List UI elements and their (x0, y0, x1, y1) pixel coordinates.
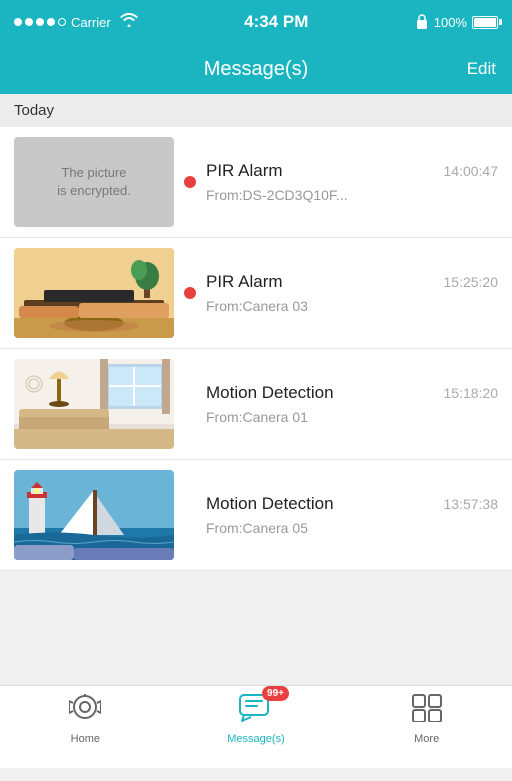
encrypted-text: The pictureis encrypted. (14, 137, 174, 227)
wifi-icon (120, 13, 138, 32)
tab-home[interactable]: Home (0, 694, 171, 745)
status-time: 4:34 PM (244, 12, 308, 32)
message-thumb-3 (14, 359, 174, 449)
messages-icon: 99+ (239, 694, 273, 729)
message-time: 13:57:38 (444, 496, 499, 512)
tab-messages-label: Message(s) (227, 733, 284, 745)
status-left: Carrier (14, 13, 138, 32)
signal-dot-4 (47, 18, 55, 26)
tab-messages[interactable]: 99+ Message(s) (171, 694, 342, 745)
message-source: From:Canera 01 (206, 409, 498, 425)
message-item[interactable]: The pictureis encrypted. PIR Alarm 14:00… (0, 127, 512, 238)
message-source: From:Canera 03 (206, 298, 498, 314)
message-thumb-4 (14, 470, 174, 560)
message-item[interactable]: PIR Alarm 15:25:20 From:Canera 03 (0, 238, 512, 349)
battery-percent: 100% (434, 15, 467, 30)
message-content-3: Motion Detection 15:18:20 From:Canera 01 (206, 383, 498, 425)
message-thumb-1: The pictureis encrypted. (14, 137, 174, 227)
message-source: From:Canera 05 (206, 520, 498, 536)
message-thumb-2 (14, 248, 174, 338)
tab-more[interactable]: More (341, 694, 512, 745)
section-header-label: Today (14, 102, 54, 119)
read-spacer (184, 398, 196, 410)
messages-list: The pictureis encrypted. PIR Alarm 14:00… (0, 127, 512, 571)
lock-icon (415, 13, 429, 32)
read-spacer (184, 509, 196, 521)
battery-icon (472, 16, 498, 29)
nav-bar: Message(s) Edit (0, 44, 512, 94)
message-source: From:DS-2CD3Q10F... (206, 187, 498, 203)
message-type: PIR Alarm (206, 272, 283, 292)
messages-badge: 99+ (262, 686, 289, 701)
unread-indicator (184, 176, 196, 188)
home-camera-icon (69, 694, 101, 729)
signal-dot-3 (36, 18, 44, 26)
message-item[interactable]: Motion Detection 13:57:38 From:Canera 05 (0, 460, 512, 571)
message-top: Motion Detection 15:18:20 (206, 383, 498, 403)
message-time: 15:18:20 (444, 385, 499, 401)
message-time: 15:25:20 (444, 274, 499, 290)
tab-more-label: More (414, 733, 439, 745)
message-content-2: PIR Alarm 15:25:20 From:Canera 03 (206, 272, 498, 314)
nav-title: Message(s) (204, 58, 308, 81)
message-top: PIR Alarm 15:25:20 (206, 272, 498, 292)
message-type: Motion Detection (206, 383, 334, 403)
message-content-1: PIR Alarm 14:00:47 From:DS-2CD3Q10F... (206, 161, 498, 203)
message-item[interactable]: Motion Detection 15:18:20 From:Canera 01 (0, 349, 512, 460)
signal-dot-2 (25, 18, 33, 26)
edit-button[interactable]: Edit (467, 59, 496, 79)
message-top: Motion Detection 13:57:38 (206, 494, 498, 514)
message-content-4: Motion Detection 13:57:38 From:Canera 05 (206, 494, 498, 536)
status-right: 100% (415, 13, 498, 32)
signal-dot-1 (14, 18, 22, 26)
tab-bar: Home 99+ Message(s) More (0, 685, 512, 768)
message-top: PIR Alarm 14:00:47 (206, 161, 498, 181)
status-bar: Carrier 4:34 PM 100% (0, 0, 512, 44)
unread-indicator (184, 287, 196, 299)
more-icon (412, 694, 442, 729)
signal-dot-5 (58, 18, 66, 26)
message-time: 14:00:47 (444, 163, 499, 179)
message-type: Motion Detection (206, 494, 334, 514)
tab-home-label: Home (71, 733, 100, 745)
section-header-today: Today (0, 94, 512, 127)
signal-dots (14, 18, 66, 26)
carrier-label: Carrier (71, 15, 111, 30)
message-type: PIR Alarm (206, 161, 283, 181)
